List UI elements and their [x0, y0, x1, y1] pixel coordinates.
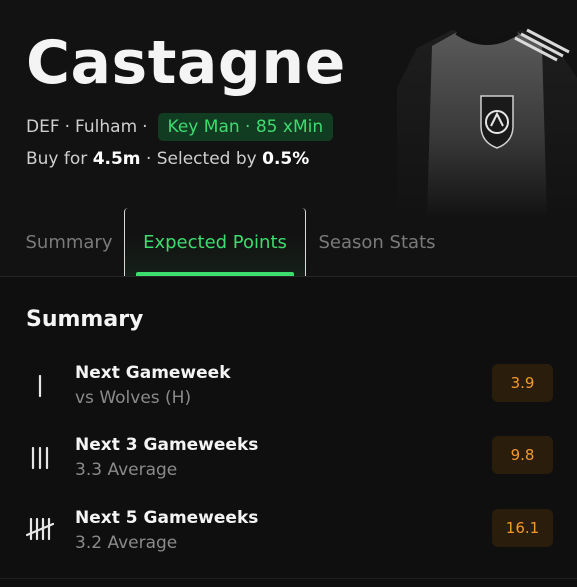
- tab-divider: [0, 276, 577, 277]
- row-title: Next 5 Gameweeks: [75, 508, 259, 528]
- tally-1-icon: [38, 374, 42, 398]
- price-row: Buy for 4.5m · Selected by 0.5%: [26, 146, 309, 172]
- buy-label: Buy for: [26, 149, 88, 169]
- section-title: Summary: [26, 307, 144, 332]
- tab-expected-points-label: Expected Points: [143, 231, 287, 253]
- expected-points-value: 9.8: [492, 436, 553, 474]
- tab-summary[interactable]: Summary: [14, 208, 124, 276]
- expected-points-value: 16.1: [492, 509, 553, 547]
- team-shirt-icon: [397, 28, 577, 218]
- row-title: Next Gameweek: [75, 363, 231, 383]
- player-name: Castagne: [26, 28, 346, 98]
- tally-5-icon: [26, 517, 54, 541]
- price-value: 4.5m: [92, 149, 141, 169]
- expected-points-value: 3.9: [492, 364, 553, 402]
- tab-season-stats[interactable]: Season Stats: [306, 208, 448, 276]
- player-header: Castagne DEF · Fulham · Key Man · 85 xMi…: [0, 0, 577, 277]
- player-meta: DEF · Fulham · Key Man · 85 xMin: [26, 113, 334, 141]
- row-title: Next 3 Gameweeks: [75, 435, 259, 455]
- projection-row-next-5-gameweeks: Next 5 Gameweeks 3.2 Average 16.1: [0, 505, 577, 565]
- row-subtitle: vs Wolves (H): [75, 388, 192, 408]
- tab-bar: Summary Expected Points Season Stats: [0, 208, 577, 276]
- key-man-badge: Key Man · 85 xMin: [157, 113, 334, 141]
- selected-value: 0.5%: [262, 149, 310, 169]
- row-subtitle: 3.2 Average: [75, 533, 178, 553]
- bottom-divider: [0, 578, 577, 579]
- player-position: DEF: [26, 117, 60, 137]
- row-subtitle: 3.3 Average: [75, 460, 178, 480]
- player-team: Fulham: [75, 117, 138, 137]
- tab-expected-points[interactable]: Expected Points: [124, 208, 306, 276]
- separator-dot: ·: [64, 117, 71, 137]
- tally-3-icon: [31, 446, 49, 470]
- selected-label: · Selected by: [145, 149, 257, 169]
- projection-row-next-3-gameweeks: Next 3 Gameweeks 3.3 Average 9.8: [0, 432, 577, 492]
- separator-dot: ·: [142, 117, 148, 137]
- projection-row-next-gameweek: Next Gameweek vs Wolves (H) 3.9: [0, 360, 577, 420]
